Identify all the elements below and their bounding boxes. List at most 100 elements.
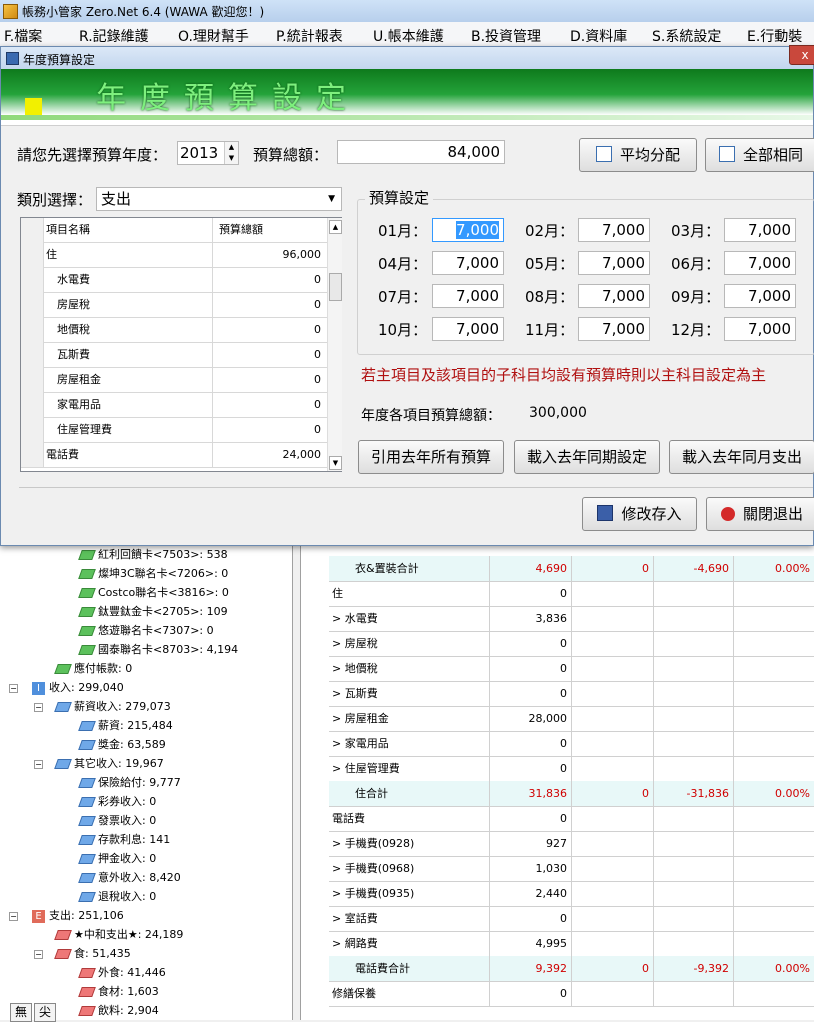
collapse-toggle[interactable]: −: [34, 703, 43, 712]
tree-item[interactable]: Costco聯名卡<3816>: 0: [78, 584, 229, 602]
table-row[interactable]: 衣&置裝合計 4,690 0 -4,690 0.00%: [329, 556, 814, 582]
list-item[interactable]: 房屋租金 0: [21, 367, 327, 393]
tree-item[interactable]: ★中和支出★: 24,189: [54, 926, 183, 944]
table-row[interactable]: 住合計 31,836 0 -31,836 0.00%: [329, 781, 814, 807]
tree-item[interactable]: 應付帳款: 0: [54, 660, 132, 678]
month-field[interactable]: 7,000: [724, 251, 796, 275]
table-cell: 0: [490, 681, 572, 706]
tree-item[interactable]: 押金收入: 0: [78, 850, 156, 868]
tree-item[interactable]: 紅利回饋卡<7503>: 538: [78, 546, 228, 564]
table-row[interactable]: > 地價稅 0: [329, 656, 814, 682]
list-scrollbar[interactable]: ▲ ▼: [327, 218, 342, 471]
tree-item[interactable]: 保險給付: 9,777: [78, 774, 181, 792]
collapse-toggle[interactable]: −: [34, 760, 43, 769]
tree-item[interactable]: 薪資: 215,484: [78, 717, 173, 735]
list-item[interactable]: 電話費 24,000: [21, 442, 327, 468]
menu-file[interactable]: F.檔案: [4, 26, 42, 46]
tree-item[interactable]: 發票收入: 0: [78, 812, 156, 830]
tree-item[interactable]: 飲料: 2,904: [78, 1002, 159, 1020]
tab-1[interactable]: 無: [10, 1003, 32, 1022]
table-row[interactable]: > 房屋租金 28,000: [329, 706, 814, 732]
menu-mobile[interactable]: E.行動裝: [747, 26, 802, 46]
table-cell: 0: [490, 631, 572, 656]
tree-item-expense[interactable]: E 支出: 251,106: [32, 907, 124, 925]
tree-item[interactable]: 食: 51,435: [54, 945, 131, 963]
month-field[interactable]: 7,000: [724, 284, 796, 308]
table-row[interactable]: > 室話費 0: [329, 906, 814, 932]
tree-item[interactable]: 鈦豐鈦金卡<2705>: 109: [78, 603, 228, 621]
month-field[interactable]: 7,000: [578, 218, 650, 242]
table-row[interactable]: 電話費合計 9,392 0 -9,392 0.00%: [329, 956, 814, 982]
close-button[interactable]: x: [789, 45, 814, 65]
tree-item[interactable]: 彩券收入: 0: [78, 793, 156, 811]
list-item[interactable]: 房屋稅 0: [21, 292, 327, 318]
tree-item[interactable]: 食材: 1,603: [78, 983, 159, 1001]
tree-item[interactable]: 退稅收入: 0: [78, 888, 156, 906]
table-row[interactable]: 住0: [329, 581, 814, 607]
spin-arrows-icon[interactable]: ▲ ▼: [224, 142, 238, 164]
month-field[interactable]: 7,000: [724, 218, 796, 242]
table-row[interactable]: > 瓦斯費 0: [329, 681, 814, 707]
table-row[interactable]: > 網路費 4,995: [329, 931, 814, 957]
month-field[interactable]: 7,000: [432, 251, 504, 275]
tree-item[interactable]: 獎金: 63,589: [78, 736, 166, 754]
table-row[interactable]: 電話費 0: [329, 806, 814, 832]
table-row[interactable]: > 家電用品 0: [329, 731, 814, 757]
month-field[interactable]: 7,000: [432, 218, 504, 242]
all-same-button[interactable]: 全部相同: [705, 138, 814, 172]
menu-investment[interactable]: B.投資管理: [471, 26, 541, 46]
tab-2[interactable]: 尖: [34, 1003, 56, 1022]
table-row[interactable]: > 水電費 3,836: [329, 606, 814, 632]
tree-item[interactable]: 意外收入: 8,420: [78, 869, 181, 887]
month-field[interactable]: 7,000: [724, 317, 796, 341]
category-select[interactable]: 支出 ▼: [96, 187, 342, 211]
month-field[interactable]: 7,000: [578, 251, 650, 275]
tree-item[interactable]: 國泰聯名卡<8703>: 4,194: [78, 641, 238, 659]
folder-icon: [54, 759, 72, 769]
load-last-expense-button[interactable]: 載入去年同月支出: [669, 440, 814, 474]
table-row[interactable]: > 手機費(0935) 2,440: [329, 881, 814, 907]
table-cell: 住: [329, 581, 490, 606]
tree-item[interactable]: 悠遊聯名卡<7307>: 0: [78, 622, 214, 640]
tree-item[interactable]: 外食: 41,446: [78, 964, 166, 982]
table-row[interactable]: > 手機費(0968) 1,030: [329, 856, 814, 882]
menu-reports[interactable]: P.統計報表: [276, 26, 343, 46]
table-row[interactable]: 修繕保養 0: [329, 981, 814, 1007]
collapse-toggle[interactable]: −: [34, 950, 43, 959]
load-last-setting-button[interactable]: 載入去年同期設定: [514, 440, 660, 474]
cite-last-year-button[interactable]: 引用去年所有預算: [358, 440, 504, 474]
table-row[interactable]: > 住屋管理費 0: [329, 756, 814, 782]
month-field[interactable]: 7,000: [578, 317, 650, 341]
table-row[interactable]: > 手機費(0928) 927: [329, 831, 814, 857]
menu-records[interactable]: R.記錄維護: [79, 26, 149, 46]
menu-finance-helper[interactable]: O.理財幫手: [178, 26, 249, 46]
average-button[interactable]: 平均分配: [579, 138, 697, 172]
list-item[interactable]: 水電費 0: [21, 267, 327, 293]
list-item[interactable]: 瓦斯費 0: [21, 342, 327, 368]
tree-item[interactable]: 燦坤3C聯名卡<7206>: 0: [78, 565, 228, 583]
month-field[interactable]: 7,000: [432, 317, 504, 341]
list-item[interactable]: 地價稅 0: [21, 317, 327, 343]
year-spinner[interactable]: 2013 ▲ ▼: [177, 141, 239, 165]
account-tree[interactable]: 紅利回饋卡<7503>: 538 燦坤3C聯名卡<7206>: 0 Costco…: [0, 546, 293, 1020]
menu-settings[interactable]: S.系統設定: [652, 26, 721, 46]
list-item[interactable]: 住屋管理費 0: [21, 417, 327, 443]
total-field[interactable]: 84,000: [337, 140, 505, 164]
table-row[interactable]: > 房屋稅 0: [329, 631, 814, 657]
list-item[interactable]: 住 96,000: [21, 242, 327, 268]
save-button[interactable]: 修改存入: [582, 497, 697, 531]
menu-database[interactable]: D.資料庫: [570, 26, 627, 46]
collapse-toggle[interactable]: −: [9, 912, 18, 921]
month-field[interactable]: 7,000: [578, 284, 650, 308]
list-item[interactable]: 家電用品 0: [21, 392, 327, 418]
menu-ledger[interactable]: U.帳本維護: [373, 26, 444, 46]
exit-button[interactable]: 關閉退出: [706, 497, 814, 531]
month-field[interactable]: 7,000: [432, 284, 504, 308]
tree-item-income[interactable]: I 收入: 299,040: [32, 679, 124, 697]
budget-item-list[interactable]: 項目名稱 預算總額 住 96,000 水電費 0 房屋稅 0 地價稅 0 瓦斯費 0 房屋租金 0 家電…: [20, 217, 342, 472]
collapse-toggle[interactable]: −: [9, 684, 18, 693]
tree-item[interactable]: 存款利息: 141: [78, 831, 170, 849]
tree-item[interactable]: 其它收入: 19,967: [54, 755, 164, 773]
tree-item[interactable]: 薪資收入: 279,073: [54, 698, 171, 716]
table-cell: [654, 631, 734, 656]
